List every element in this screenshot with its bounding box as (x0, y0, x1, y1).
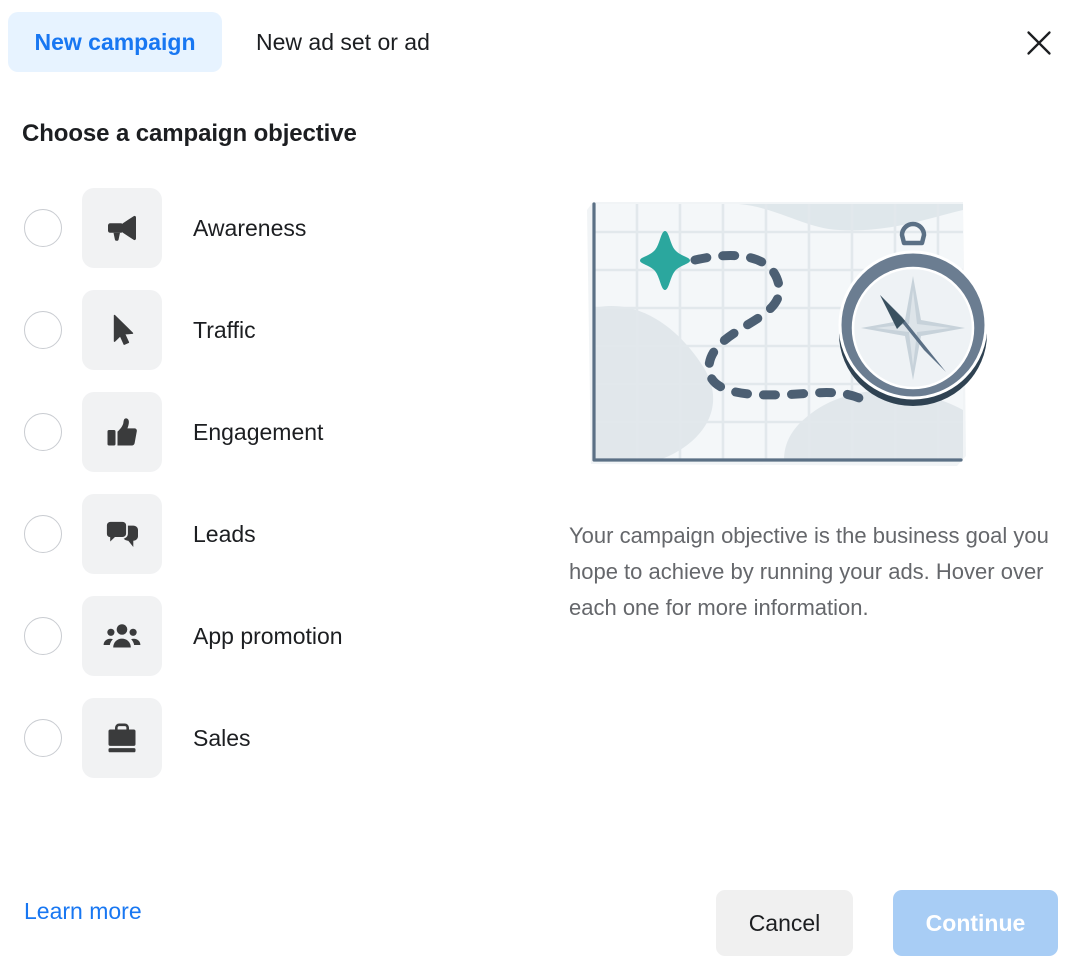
objective-label: Awareness (193, 214, 307, 241)
thumbs-up-icon (102, 412, 142, 452)
radio-app-promotion[interactable] (24, 617, 62, 655)
objective-icon-tile (82, 596, 162, 676)
radio-leads[interactable] (24, 515, 62, 553)
objective-row-awareness[interactable]: Awareness (0, 188, 540, 268)
people-group-icon (102, 616, 142, 656)
radio-awareness[interactable] (24, 209, 62, 247)
radio-sales[interactable] (24, 719, 62, 757)
campaign-objective-dialog: New campaign New ad set or ad Choose a c… (0, 0, 1080, 978)
objective-label: Leads (193, 520, 256, 547)
tab-new-campaign[interactable]: New campaign (8, 12, 222, 72)
map-with-compass-illustration (569, 188, 989, 488)
objective-info-panel: Your campaign objective is the business … (560, 188, 1060, 626)
learn-more-link[interactable]: Learn more (24, 898, 142, 925)
objective-label: Engagement (193, 418, 324, 445)
tab-new-campaign-label: New campaign (34, 28, 196, 55)
objective-label: Sales (193, 724, 251, 751)
continue-button[interactable]: Continue (893, 890, 1058, 956)
radio-engagement[interactable] (24, 413, 62, 451)
objective-icon-tile (82, 392, 162, 472)
dialog-header: New campaign New ad set or ad (0, 0, 1080, 86)
briefcase-icon (102, 718, 142, 758)
speech-bubbles-icon (102, 514, 142, 554)
megaphone-icon (102, 208, 142, 248)
objective-row-sales[interactable]: Sales (0, 698, 540, 778)
objective-row-traffic[interactable]: Traffic (0, 290, 540, 370)
objective-icon-tile (82, 698, 162, 778)
radio-traffic[interactable] (24, 311, 62, 349)
close-icon (1025, 29, 1053, 57)
objective-row-app-promotion[interactable]: App promotion (0, 596, 540, 676)
close-button[interactable] (1016, 20, 1062, 66)
dialog-footer: Learn more Cancel Continue (0, 882, 1080, 978)
objective-row-engagement[interactable]: Engagement (0, 392, 540, 472)
objective-row-leads[interactable]: Leads (0, 494, 540, 574)
objective-list: Awareness Traffic Engagement Leads App p… (0, 188, 540, 800)
objective-label: App promotion (193, 622, 343, 649)
objective-icon-tile (82, 290, 162, 370)
page-title: Choose a campaign objective (22, 120, 357, 147)
tab-new-ad-set-or-ad-label: New ad set or ad (256, 28, 430, 55)
cancel-button[interactable]: Cancel (716, 890, 853, 956)
objective-label: Traffic (193, 316, 256, 343)
objective-icon-tile (82, 494, 162, 574)
objective-description: Your campaign objective is the business … (569, 523, 1049, 620)
tab-new-ad-set-or-ad[interactable]: New ad set or ad (238, 12, 448, 72)
cursor-arrow-icon (102, 310, 142, 350)
objective-icon-tile (82, 188, 162, 268)
